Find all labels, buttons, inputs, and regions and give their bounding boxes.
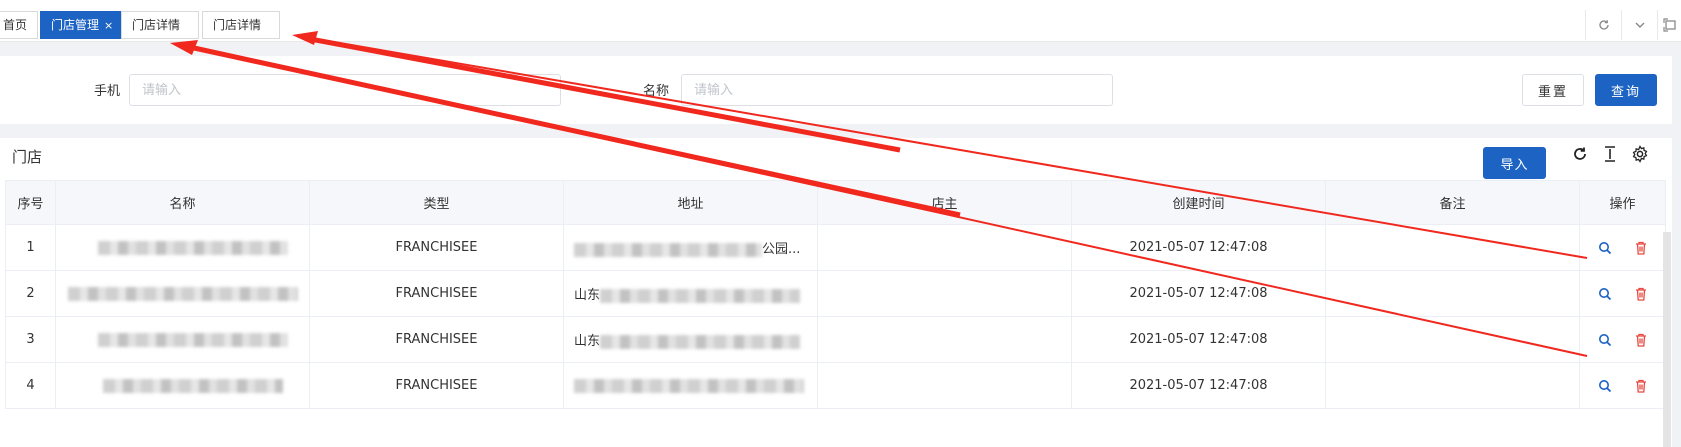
import-button[interactable]: 导入 (1483, 147, 1546, 179)
cell-owner (817, 362, 1072, 409)
cell-index: 4 (5, 362, 56, 409)
col-header-remark[interactable]: 备注 (1325, 180, 1580, 225)
tab-label: 门店详情 (132, 18, 181, 32)
cell-actions (1579, 224, 1666, 271)
address-head: 山东 (574, 334, 601, 349)
cell-address (563, 362, 818, 409)
table-row[interactable]: 4 FRANCHISEE 2021-05-07 12:47:08 (5, 362, 1666, 409)
search-icon[interactable] (1597, 240, 1613, 256)
redacted-text (97, 332, 288, 347)
cell-created: 2021-05-07 12:47:08 (1071, 316, 1326, 363)
phone-label: 手机 (94, 84, 121, 99)
cell-created: 2021-05-07 12:47:08 (1071, 224, 1326, 271)
cell-actions (1579, 270, 1666, 317)
cell-actions (1579, 316, 1666, 363)
redacted-text (574, 378, 804, 393)
search-icon[interactable] (1597, 378, 1613, 394)
cell-address: 山东 (563, 316, 818, 363)
tab-label: 门店详情 (213, 18, 262, 32)
address-head: 山东 (574, 288, 601, 303)
redacted-text (102, 378, 283, 393)
redacted-text (67, 286, 298, 301)
fullscreen-icon[interactable] (1657, 10, 1681, 40)
col-header-address[interactable]: 地址 (563, 180, 818, 225)
tab-label: 首页 (3, 18, 28, 32)
cell-type: FRANCHISEE (309, 224, 564, 271)
redacted-text (600, 288, 801, 303)
delete-icon[interactable] (1633, 240, 1649, 256)
col-header-type[interactable]: 类型 (309, 180, 564, 225)
name-label: 名称 (643, 84, 670, 99)
cell-owner (817, 270, 1072, 317)
close-icon[interactable]: × (104, 19, 113, 32)
query-button[interactable]: 查询 (1595, 74, 1657, 106)
cell-owner (817, 316, 1072, 363)
store-table: 序号 名称 类型 地址 店主 创建时间 备注 操作 1 FRANCHISEE 公… (5, 180, 1666, 409)
cell-name (55, 362, 310, 409)
arrow-head (170, 40, 198, 55)
tab-store-detail-1[interactable]: 门店详情 (121, 11, 199, 39)
table-scrollbar[interactable] (1663, 232, 1671, 447)
delete-icon[interactable] (1633, 332, 1649, 348)
table-row[interactable]: 2 FRANCHISEE 山东 2021-05-07 12:47:08 (5, 270, 1666, 317)
cell-type: FRANCHISEE (309, 270, 564, 317)
search-icon[interactable] (1597, 332, 1613, 348)
cell-owner (817, 224, 1072, 271)
cell-type: FRANCHISEE (309, 316, 564, 363)
cell-remark (1325, 224, 1580, 271)
cell-name (55, 316, 310, 363)
tab-label: 门店管理 (51, 18, 100, 32)
phone-input[interactable] (129, 74, 561, 106)
store-table-card: 门店 导入 序号 名称 类型 地址 店主 创建时间 备注 操作 1 FRANCH… (0, 138, 1672, 447)
address-tail: 公园... (762, 242, 801, 257)
gear-icon[interactable] (1629, 143, 1651, 165)
redacted-text (600, 334, 801, 349)
col-header-created[interactable]: 创建时间 (1071, 180, 1326, 225)
cell-name (55, 224, 310, 271)
chevron-down-icon[interactable] (1621, 10, 1657, 40)
cell-created: 2021-05-07 12:47:08 (1071, 362, 1326, 409)
cell-remark (1325, 270, 1580, 317)
cell-index: 2 (5, 270, 56, 317)
table-header-row: 序号 名称 类型 地址 店主 创建时间 备注 操作 (5, 180, 1666, 225)
name-input[interactable] (681, 74, 1113, 106)
col-header-name[interactable]: 名称 (55, 180, 310, 225)
cell-address: 公园... (563, 224, 818, 271)
search-panel: 手机 名称 重置 查询 (0, 56, 1672, 124)
table-row[interactable]: 3 FRANCHISEE 山东 2021-05-07 12:47:08 (5, 316, 1666, 363)
reset-button[interactable]: 重置 (1522, 74, 1584, 106)
cell-index: 3 (5, 316, 56, 363)
cell-remark (1325, 316, 1580, 363)
tab-store-management[interactable]: 门店管理 × (40, 11, 125, 39)
cell-type: FRANCHISEE (309, 362, 564, 409)
tab-bar: 首页 门店管理 × 门店详情 门店详情 (0, 0, 1681, 42)
col-header-actions: 操作 (1579, 180, 1666, 225)
delete-icon[interactable] (1633, 378, 1649, 394)
tab-store-detail-2[interactable]: 门店详情 (202, 11, 280, 39)
redacted-text (97, 240, 288, 255)
tab-home[interactable]: 首页 (0, 11, 39, 39)
refresh-icon[interactable] (1585, 10, 1621, 40)
cell-remark (1325, 362, 1580, 409)
delete-icon[interactable] (1633, 286, 1649, 302)
refresh-icon[interactable] (1569, 143, 1591, 165)
cell-name (55, 270, 310, 317)
cell-actions (1579, 362, 1666, 409)
table-row[interactable]: 1 FRANCHISEE 公园... 2021-05-07 12:47:08 (5, 224, 1666, 271)
card-title: 门店 (12, 148, 43, 166)
column-height-icon[interactable] (1599, 143, 1621, 165)
col-header-index[interactable]: 序号 (5, 180, 56, 225)
redacted-text (574, 242, 762, 257)
search-icon[interactable] (1597, 286, 1613, 302)
cell-created: 2021-05-07 12:47:08 (1071, 270, 1326, 317)
col-header-owner[interactable]: 店主 (817, 180, 1072, 225)
cell-index: 1 (5, 224, 56, 271)
cell-address: 山东 (563, 270, 818, 317)
